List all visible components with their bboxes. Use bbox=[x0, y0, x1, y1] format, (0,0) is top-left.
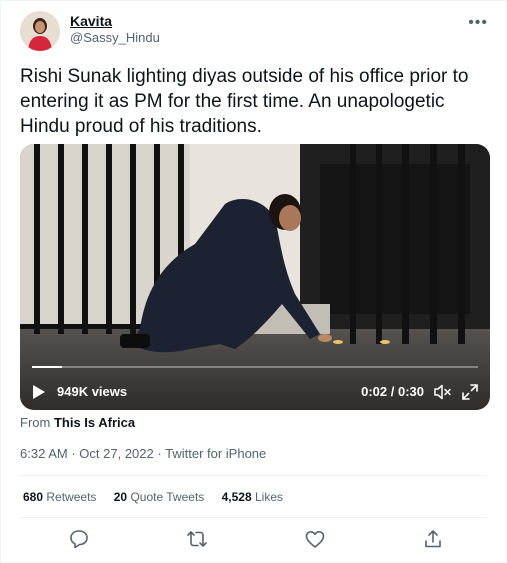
author-handle[interactable]: @Sassy_Hindu bbox=[70, 29, 160, 46]
retweets-count: 680 bbox=[23, 490, 44, 504]
tweet-card: Kavita @Sassy_Hindu ••• Rishi Sunak ligh… bbox=[0, 0, 507, 563]
video-views: 949K views bbox=[57, 384, 128, 399]
likes-stat[interactable]: 4,528 Likes bbox=[222, 490, 283, 504]
tweet-date[interactable]: Oct 27, 2022 bbox=[79, 446, 153, 461]
like-icon[interactable] bbox=[303, 527, 327, 551]
tweet-text: Rishi Sunak lighting diyas outside of hi… bbox=[20, 66, 469, 137]
divider bbox=[20, 517, 487, 518]
likes-count: 4,528 bbox=[221, 490, 252, 504]
source-prefix: From bbox=[20, 415, 51, 430]
avatar[interactable] bbox=[20, 11, 60, 51]
author-name[interactable]: Kavita bbox=[70, 13, 160, 29]
tweet-meta: 6:32 AM · Oct 27, 2022 · Twitter for iPh… bbox=[20, 446, 266, 462]
reply-icon[interactable] bbox=[67, 527, 91, 551]
author-block: Kavita @Sassy_Hindu bbox=[70, 13, 160, 46]
video-progress-fill bbox=[32, 366, 62, 368]
quotes-label: Quote Tweets bbox=[130, 490, 205, 504]
meta-separator: · bbox=[71, 446, 76, 461]
tweet-actions bbox=[1, 527, 507, 551]
tweet-stats: 680 Retweets 20 Quote Tweets 4,528 Likes bbox=[23, 490, 297, 504]
video-player[interactable]: 949K views 0:02 / 0:30 bbox=[20, 144, 490, 410]
quote-tweets-stat[interactable]: 20 Quote Tweets bbox=[114, 490, 205, 504]
source-name[interactable]: This Is Africa bbox=[54, 415, 135, 430]
retweet-icon[interactable] bbox=[185, 527, 209, 551]
fullscreen-icon[interactable] bbox=[462, 384, 478, 400]
tweet-client[interactable]: Twitter for iPhone bbox=[165, 446, 266, 461]
volume-muted-icon[interactable] bbox=[434, 384, 452, 400]
video-source: From This Is Africa bbox=[20, 415, 135, 431]
divider bbox=[20, 475, 487, 476]
meta-separator: · bbox=[157, 446, 162, 461]
video-time: 0:02 / 0:30 bbox=[361, 384, 424, 399]
quotes-count: 20 bbox=[113, 490, 128, 504]
profile-photo bbox=[20, 11, 60, 51]
likes-label: Likes bbox=[255, 490, 284, 504]
retweets-stat[interactable]: 680 Retweets bbox=[23, 490, 96, 504]
tweet-time[interactable]: 6:32 AM bbox=[20, 446, 68, 461]
more-horizontal-icon[interactable]: ••• bbox=[468, 14, 488, 32]
share-icon[interactable] bbox=[421, 527, 445, 551]
play-icon[interactable] bbox=[32, 384, 46, 400]
video-frame bbox=[20, 144, 490, 410]
video-progress-track[interactable] bbox=[32, 366, 478, 368]
retweets-label: Retweets bbox=[46, 490, 97, 504]
